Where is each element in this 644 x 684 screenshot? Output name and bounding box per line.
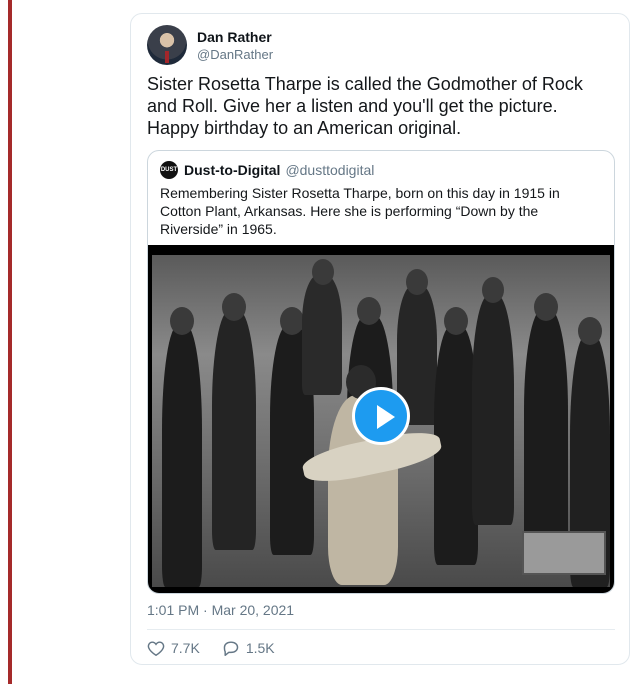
tweet-actions: 7.7K 1.5K	[147, 640, 297, 656]
reply-count: 1.5K	[245, 640, 275, 656]
author-handle[interactable]: @DanRather	[197, 47, 273, 62]
tweet-timestamp[interactable]: 1:01 PM · Mar 20, 2021	[147, 602, 294, 618]
tweet-card: Dan Rather @DanRather Sister Rosetta Tha…	[130, 13, 630, 665]
quoted-tweet-header: DUST DIG Dust-to-Digital @dusttodigital	[160, 161, 375, 191]
like-count: 7.7K	[171, 640, 200, 656]
video-player[interactable]	[148, 245, 614, 593]
author-name[interactable]: Dan Rather	[197, 29, 272, 45]
heart-icon	[147, 641, 165, 656]
left-rule	[8, 0, 12, 684]
play-button[interactable]	[352, 387, 410, 445]
like-button[interactable]: 7.7K	[147, 640, 200, 656]
quoted-author-avatar: DUST DIG	[160, 161, 178, 191]
tweet-text: Sister Rosetta Tharpe is called the Godm…	[147, 74, 583, 138]
author-avatar[interactable]	[147, 25, 187, 65]
speech-bubble-icon	[223, 641, 239, 656]
quoted-author-name: Dust-to-Digital	[184, 162, 281, 178]
divider	[147, 629, 615, 630]
play-icon	[377, 405, 395, 429]
quoted-tweet[interactable]: DUST DIG Dust-to-Digital @dusttodigital …	[147, 150, 615, 594]
quoted-tweet-text: Remembering Sister Rosetta Tharpe, born …	[160, 185, 560, 237]
reply-button[interactable]: 1.5K	[222, 640, 275, 656]
quoted-author-handle: @dusttodigital	[285, 162, 375, 178]
